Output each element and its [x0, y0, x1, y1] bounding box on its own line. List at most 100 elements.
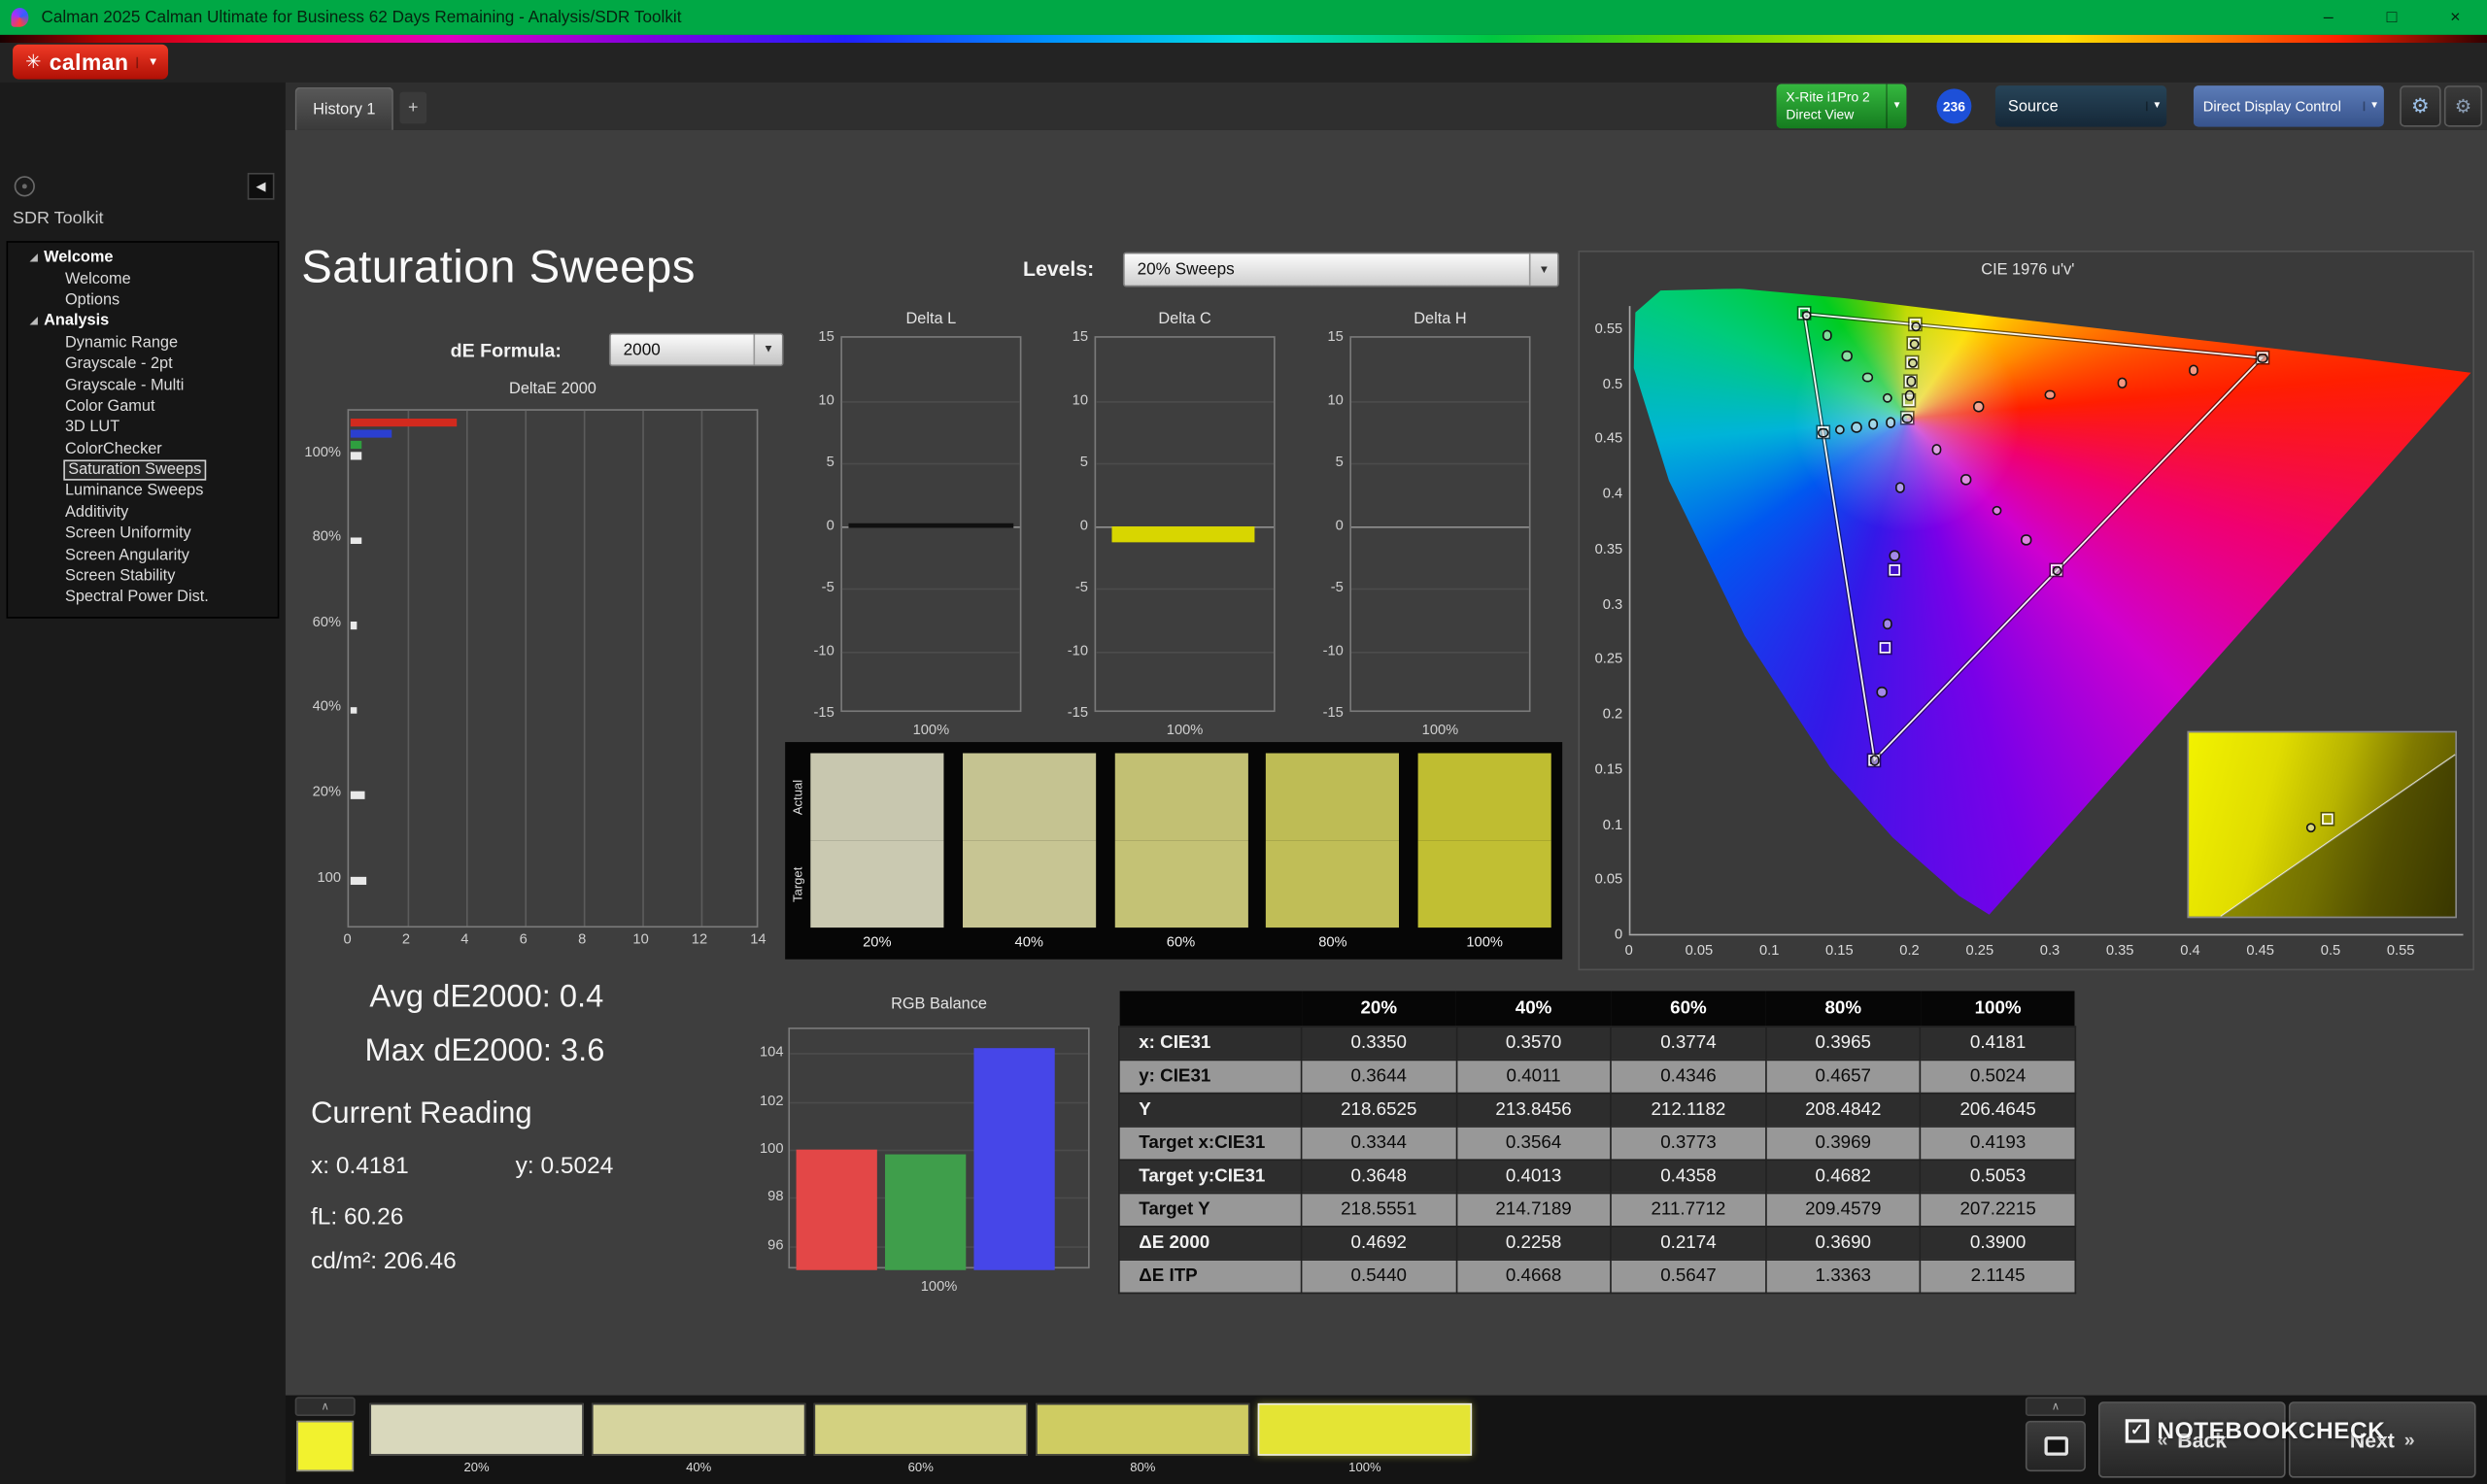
meter-dropdown[interactable]: X-Rite i1Pro 2 Direct View ▼ [1776, 84, 1907, 129]
measured-circle-marker [2116, 377, 2128, 388]
meter-count-badge: 236 [1936, 88, 1972, 124]
calman-app-icon [11, 8, 29, 27]
measured-circle-marker [1800, 310, 1812, 320]
actual-swatch-20 [810, 753, 944, 841]
delta-bar-mark [1111, 525, 1255, 543]
close-button[interactable]: × [2424, 0, 2487, 35]
deltae-bar [350, 536, 361, 545]
gear-icon: ⚙ [2454, 94, 2472, 118]
sidebar-collapse-button[interactable]: ◀ [247, 172, 275, 200]
sidebar-item-grayscale-2pt[interactable]: Grayscale - 2pt [8, 354, 278, 375]
tab-history-1[interactable]: History 1 [294, 86, 393, 130]
delta-c-chart: Delta C 15 10 5 0 -5 -10 -15 100% [1043, 311, 1281, 737]
table-row-target-y: Target Y 218.5551 214.7189 211.7712 209.4579… [1118, 1191, 2077, 1227]
measured-circle-marker [1862, 371, 1873, 383]
table-header [1118, 991, 1302, 1027]
rgb-bar-red [796, 1149, 877, 1270]
sidebar-item-saturation-sweeps[interactable]: Saturation Sweeps [8, 459, 278, 481]
deltae-bar [350, 876, 367, 885]
caret-up-icon[interactable]: ∧ [294, 1397, 356, 1416]
gear-icon: ⚙ [2410, 93, 2430, 118]
cie-title: CIE 1976 u'v' [1981, 261, 2075, 280]
deltae-bar [350, 452, 362, 459]
sidebar-tree: ◢ Welcome Welcome Options ◢ Analysis Dynamic R… [6, 241, 280, 619]
actual-swatch-40 [962, 753, 1096, 841]
patch-button-40[interactable] [591, 1402, 806, 1456]
sidebar-item-luminance-sweeps[interactable]: Luminance Sweeps [8, 481, 278, 502]
sidebar-section-analysis[interactable]: ◢ Analysis [8, 311, 278, 332]
display-control-dropdown[interactable]: Direct Display Control ▼ [2193, 85, 2384, 127]
maximize-button[interactable]: □ [2360, 0, 2423, 35]
rgb-balance-chart: RGB Balance 104 102 100 98 96 100% [758, 995, 1094, 1299]
sidebar-item-label: Luminance Sweeps [64, 483, 204, 501]
rgb-plot-area [788, 1027, 1090, 1270]
next-button[interactable]: Next » [2288, 1401, 2476, 1478]
chevron-down-icon: ▼ [136, 55, 158, 68]
calman-logo-button[interactable]: ✳ calman ▼ [13, 44, 169, 80]
sidebar-item-label: Welcome [64, 270, 131, 288]
patch-button-20[interactable] [369, 1402, 584, 1456]
measured-circle-marker [1851, 422, 1862, 433]
sidebar-item-options[interactable]: Options [8, 289, 278, 311]
de-formula-label: dE Formula: [450, 339, 562, 362]
levels-dropdown[interactable]: 20% Sweeps ▼ [1122, 252, 1559, 287]
deltae-bar [350, 706, 358, 715]
sidebar-item-screen-angularity[interactable]: Screen Angularity [8, 545, 278, 566]
sidebar-item-welcome[interactable]: Welcome [8, 269, 278, 290]
patch-button-60[interactable] [813, 1402, 1028, 1456]
sidebar-item-label: Grayscale - 2pt [64, 354, 173, 373]
pin-icon[interactable] [14, 176, 35, 197]
deltae-plot-area [347, 409, 759, 928]
measured-circle-marker [1907, 357, 1919, 368]
chevrons-right-icon: » [2403, 1429, 2415, 1451]
measured-circle-marker [2257, 353, 2267, 364]
add-tab-button[interactable]: + [399, 91, 427, 124]
workflow-options-button[interactable]: ⚙ [2443, 85, 2483, 127]
reading-x: x: 0.4181 [310, 1152, 409, 1180]
sidebar-item-label: Analysis [44, 313, 110, 331]
levels-label: Levels: [1023, 256, 1095, 281]
sidebar-item-colorchecker[interactable]: ColorChecker [8, 438, 278, 459]
settings-gear-button[interactable]: ⚙ [2400, 85, 2441, 127]
rgb-bar-blue [973, 1048, 1055, 1270]
sidebar-item-label: Color Gamut [64, 397, 155, 416]
caret-up-icon[interactable]: ∧ [2025, 1397, 2086, 1416]
sidebar-item-additivity[interactable]: Additivity [8, 502, 278, 523]
calman-logo-text: calman [49, 49, 129, 75]
target-swatch-80 [1266, 840, 1400, 928]
measured-circle-marker [1905, 376, 1917, 388]
measured-circle-marker [1876, 687, 1888, 697]
reading-fl: fL: 60.26 [310, 1203, 404, 1231]
sidebar-item-grayscale-multi[interactable]: Grayscale - Multi [8, 375, 278, 396]
window-title: Calman 2025 Calman Ultimate for Business… [41, 8, 682, 27]
rgb-bar-green [885, 1154, 967, 1270]
sidebar-item-screen-uniformity[interactable]: Screen Uniformity [8, 523, 278, 545]
table-header: 60% [1611, 991, 1766, 1027]
back-button[interactable]: « Back [2097, 1401, 2286, 1478]
table-row-e-itp: ΔE ITP 0.5440 0.4668 0.5647 1.3363 2.1145 [1118, 1258, 2077, 1294]
sidebar-item-3d-lut[interactable]: 3D LUT [8, 418, 278, 439]
table-header: 40% [1455, 991, 1612, 1027]
sidebar-section-welcome[interactable]: ◢ Welcome [8, 248, 278, 269]
deltae-chart: DeltaE 2000 0 2 4 6 8 10 12 14 100% 80% 60% 40% 20% 10… [304, 380, 767, 947]
sidebar-item-screen-stability[interactable]: Screen Stability [8, 566, 278, 588]
patch-button-80[interactable] [1036, 1402, 1250, 1456]
de-formula-dropdown[interactable]: 2000 ▼ [608, 332, 784, 367]
saturation-table: 20% 40% 60% 80% 100% x: CIE31 0.3350 0.3570 0.37… [1118, 991, 2077, 1294]
table-header: 80% [1765, 991, 1921, 1027]
sidebar-item-spectral-power-dist[interactable]: Spectral Power Dist. [8, 587, 278, 608]
max-de2000: Max dE2000: 3.6 [364, 1033, 605, 1069]
calman-flower-icon: ✳ [25, 51, 42, 74]
patch-button-100[interactable] [1257, 1402, 1473, 1456]
display-pattern-button[interactable] [2025, 1420, 2086, 1472]
target-row-label: Target [790, 866, 805, 902]
sidebar-item-dynamic-range[interactable]: Dynamic Range [8, 332, 278, 354]
source-dropdown[interactable]: Source ▼ [1994, 85, 2167, 127]
sidebar-item-label: Welcome [44, 249, 114, 267]
cie-y-axis [1628, 306, 1631, 934]
sidebar-item-color-gamut[interactable]: Color Gamut [8, 396, 278, 418]
cie-diagram: CIE 1976 u'v' 0 0.05 0.1 0.15 0.2 0.25 0.3 0.35 0… [1578, 250, 2474, 971]
deltae-bar [350, 792, 364, 799]
measured-circle-marker [1885, 417, 1896, 427]
minimize-button[interactable]: – [2297, 0, 2360, 35]
